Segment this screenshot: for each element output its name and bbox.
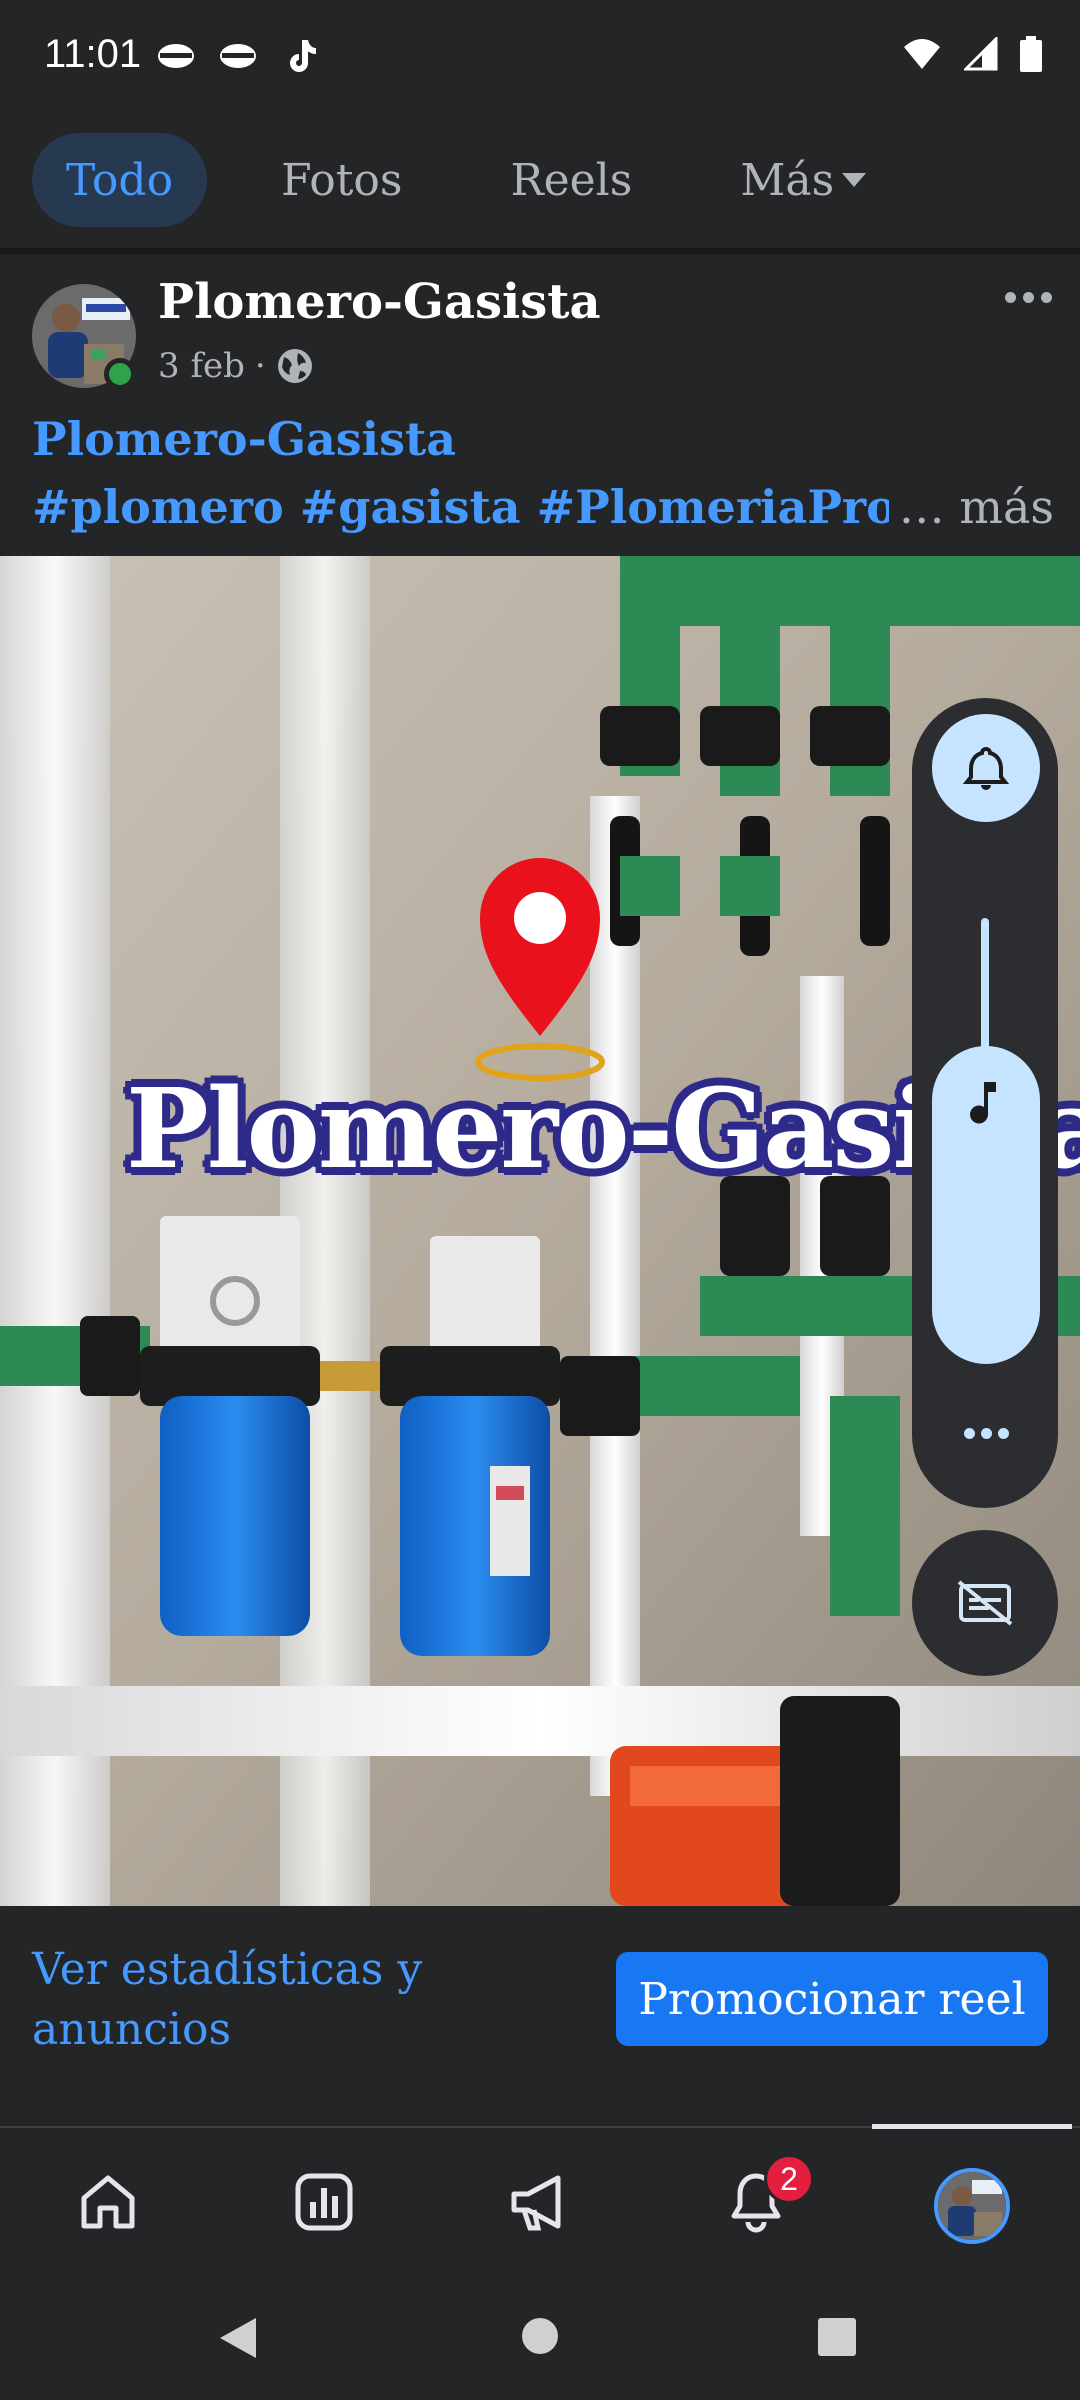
bell-icon[interactable] [932,714,1040,822]
caption-title[interactable]: Plomero-Gasista [32,412,456,466]
post-author[interactable]: Plomero-Gasista [158,274,601,330]
filter-tabs: Todo Fotos Reels Más [0,110,1080,250]
bottom-navigation: 2 [0,2124,1080,2274]
music-note-icon [964,1078,1008,1132]
wifi-icon [904,39,940,69]
online-status-indicator [104,358,136,390]
stats-link[interactable]: Ver estadísticas y anuncios [32,1940,472,2060]
tab-label: Más [740,154,835,206]
tab-todo[interactable]: Todo [32,133,208,227]
tab-mas[interactable]: Más [706,133,900,227]
see-more-link[interactable]: … más [888,480,1054,534]
captions-off-icon[interactable] [912,1530,1058,1676]
notification-icons [156,36,320,76]
volume-panel [912,698,1058,1508]
tab-label: Fotos [281,154,403,206]
tab-fotos[interactable]: Fotos [247,133,436,227]
insights-icon[interactable] [284,2162,364,2242]
megaphone-icon[interactable] [500,2162,580,2242]
meta-separator: · [254,346,266,386]
system-navigation-bar [0,2274,1080,2400]
promote-reel-button[interactable]: Promocionar reel [616,1952,1048,2046]
home-circle-icon[interactable] [520,2316,560,2356]
signal-icon [964,37,998,71]
post-header: Plomero-Gasista 3 feb · Plomero-Gasista … [0,254,1080,554]
eye-mask-icon [220,44,256,68]
status-time: 11:01 [44,32,142,76]
more-icon[interactable] [964,1428,1009,1439]
profile-icon[interactable] [934,2168,1010,2244]
post-options-icon[interactable] [1005,292,1052,303]
tab-reels[interactable]: Reels [476,133,666,227]
post-date[interactable]: 3 feb [158,346,245,386]
tab-label: Reels [510,154,633,206]
active-tab-indicator [872,2124,1072,2129]
tab-label: Todo [66,154,174,206]
tiktok-icon [290,40,316,72]
post-meta: 3 feb · [158,346,314,386]
recents-icon[interactable] [818,2318,856,2356]
caret-down-icon [842,173,867,187]
status-bar: 11:01 [0,0,1080,110]
notification-badge: 2 [764,2154,814,2204]
post-actions-row: Ver estadísticas y anuncios Promocionar … [0,1906,1080,2126]
system-icons [902,36,1042,72]
globe-icon [277,349,312,383]
eye-mask-icon [158,44,194,68]
back-icon[interactable] [216,2314,260,2362]
home-icon[interactable] [68,2162,148,2242]
battery-icon [1020,36,1042,72]
